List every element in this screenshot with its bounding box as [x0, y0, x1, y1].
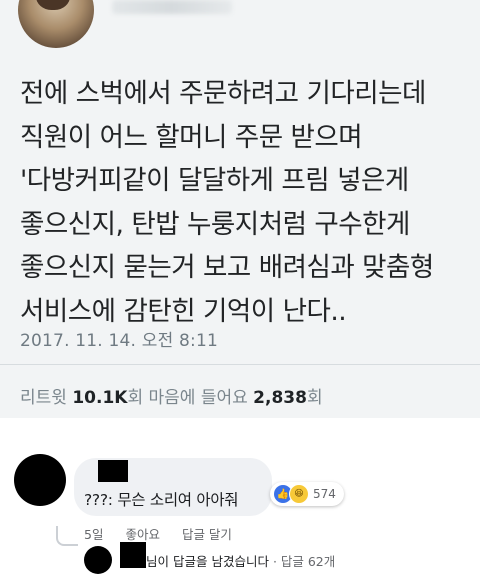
tweet-line: 좋으신지 묻는거 보고 배려심과 맞춤형	[20, 252, 434, 283]
tweet-body: 전에 스벅에서 주문하려고 기다리는데 직원이 어느 할머니 주문 받으며 '다…	[20, 72, 470, 333]
tweet-stats: 리트윗 10.1K회 마음에 들어요 2,838회	[20, 383, 323, 408]
likes-unit: 회	[306, 388, 323, 408]
tweet-line: 전에 스벅에서 주문하려고 기다리는데	[20, 78, 426, 109]
tweet-line: '다방커피같이 달달하게 프림 넣은게	[20, 165, 409, 196]
commenter-name-redacted	[98, 460, 128, 482]
tweet-card: 전에 스벅에서 주문하려고 기다리는데 직원이 어느 할머니 주문 받으며 '다…	[0, 0, 480, 418]
tweet-line: 직원이 어느 할머니 주문 받으며	[20, 121, 363, 153]
comment-time[interactable]: 5일	[84, 527, 103, 542]
replier-name-redacted	[120, 542, 146, 568]
retweet-unit: 회	[127, 388, 144, 408]
tweet-line: 좋으신지, 탄밥 누룽지처럼 구수한게	[20, 208, 410, 240]
retweet-count[interactable]: 10.1K	[72, 388, 127, 408]
tweet-avatar[interactable]	[18, 0, 94, 48]
likes-label[interactable]: 마음에 들어요	[149, 388, 248, 408]
tweet-author-blurred	[112, 0, 232, 14]
reaction-summary[interactable]: 👍 😆 574	[270, 482, 344, 506]
retweet-label[interactable]: 리트윗	[20, 388, 67, 408]
avatar-figure	[36, 0, 70, 10]
tweet-timestamp[interactable]: 2017. 11. 14. 오전 8:11	[20, 326, 218, 351]
likes-count[interactable]: 2,838	[253, 388, 307, 408]
reply-count: · 답글 62개	[272, 554, 336, 569]
reply-connector	[56, 526, 78, 546]
like-link[interactable]: 좋아요	[125, 527, 160, 542]
comment-meta: 5일 좋아요 답글 달기	[84, 524, 250, 543]
comment-section: ???: 무슨 소리여 아아줘 👍 😆 574 5일 좋아요 답글 달기 님이 …	[0, 418, 480, 588]
commenter-avatar[interactable]	[14, 454, 66, 506]
replier-avatar[interactable]	[84, 546, 112, 574]
haha-reaction-icon: 😆	[289, 484, 309, 504]
view-replies-link[interactable]: 님이 답글을 남겼습니다 · 답글 62개	[146, 551, 335, 570]
reply-summary: 님이 답글을 남겼습니다	[146, 554, 269, 569]
comment-text: ???: 무슨 소리여 아아줘	[84, 491, 239, 509]
reply-link[interactable]: 답글 달기	[182, 527, 232, 542]
reaction-count: 574	[313, 487, 336, 501]
divider	[0, 364, 480, 365]
